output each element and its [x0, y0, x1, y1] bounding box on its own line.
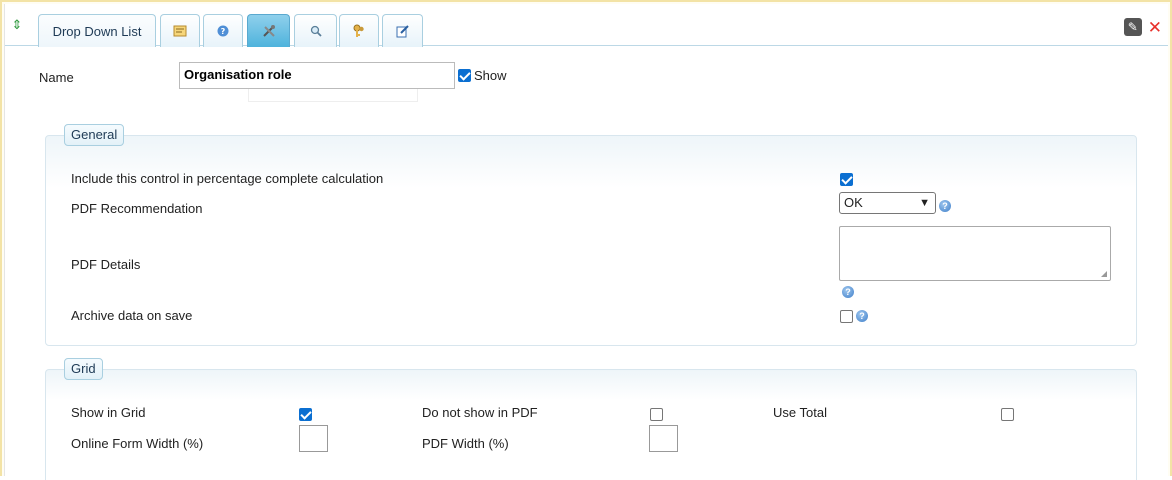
use-total-label: Use Total — [773, 405, 827, 420]
pdf-recommendation-label: PDF Recommendation — [71, 201, 203, 216]
chevron-down-icon: ▼ — [919, 197, 930, 209]
keys-icon — [352, 24, 366, 38]
tab-bar: ⇕ Drop Down List ? ✎ ✕ — [5, 4, 1168, 47]
tab-search[interactable] — [294, 14, 337, 47]
window-frame: ⇕ Drop Down List ? ✎ ✕ Name Organisation… — [0, 0, 1172, 480]
name-input[interactable]: Organisation role — [179, 62, 455, 89]
pdf-recommendation-select[interactable]: OK ▼ — [839, 192, 936, 214]
tab-help[interactable]: ? — [203, 14, 243, 47]
tab-tools[interactable] — [247, 14, 290, 47]
grid-legend: Grid — [64, 358, 103, 380]
help-icon[interactable]: ? — [842, 286, 854, 298]
pdf-details-label: PDF Details — [71, 257, 141, 272]
show-checkbox[interactable] — [458, 69, 471, 82]
no-pdf-label: Do not show in PDF — [422, 405, 538, 420]
help-icon[interactable]: ? — [939, 200, 951, 212]
include-label: Include this control in percentage compl… — [71, 171, 384, 186]
tools-icon — [262, 24, 276, 38]
drag-handle-icon[interactable]: ⇕ — [11, 17, 23, 33]
tab-keys[interactable] — [339, 14, 379, 47]
online-width-input[interactable] — [299, 425, 328, 452]
show-in-grid-label: Show in Grid — [71, 405, 146, 420]
tab-label: Drop Down List — [52, 23, 142, 39]
name-label: Name — [39, 70, 74, 85]
help-icon: ? — [216, 24, 230, 38]
edit-form-icon[interactable]: ✎ — [1123, 18, 1142, 36]
no-pdf-checkbox[interactable] — [650, 408, 663, 421]
ghost-box — [248, 88, 418, 102]
close-icon[interactable]: ✕ — [1148, 19, 1162, 36]
tab-edit[interactable] — [382, 14, 423, 47]
resize-grip-icon[interactable] — [1101, 271, 1107, 277]
help-icon[interactable]: ? — [856, 310, 868, 322]
archive-label: Archive data on save — [71, 308, 193, 323]
notes-icon — [173, 24, 187, 38]
show-label: Show — [474, 68, 507, 83]
tab-notes[interactable] — [160, 14, 200, 47]
use-total-checkbox[interactable] — [1001, 408, 1014, 421]
show-toggle[interactable]: Show — [458, 68, 507, 83]
window-controls: ✎ ✕ — [1123, 18, 1162, 36]
search-icon — [309, 24, 323, 38]
pdf-details-textarea[interactable] — [839, 226, 1111, 281]
show-in-grid-checkbox[interactable] — [299, 408, 312, 421]
svg-text:?: ? — [221, 27, 226, 36]
panel: ⇕ Drop Down List ? ✎ ✕ Name Organisation… — [4, 4, 1168, 480]
edit-icon — [396, 24, 410, 38]
archive-checkbox[interactable] — [840, 310, 853, 323]
grid-section: Grid — [45, 358, 1137, 480]
include-checkbox[interactable] — [840, 173, 853, 186]
pdf-recommendation-value: OK — [844, 195, 863, 210]
general-legend: General — [64, 124, 125, 146]
online-width-label: Online Form Width (%) — [71, 436, 204, 451]
pdf-width-input[interactable] — [649, 425, 678, 452]
tab-drop-down-list[interactable]: Drop Down List — [38, 14, 156, 47]
pdf-width-label: PDF Width (%) — [422, 436, 509, 451]
